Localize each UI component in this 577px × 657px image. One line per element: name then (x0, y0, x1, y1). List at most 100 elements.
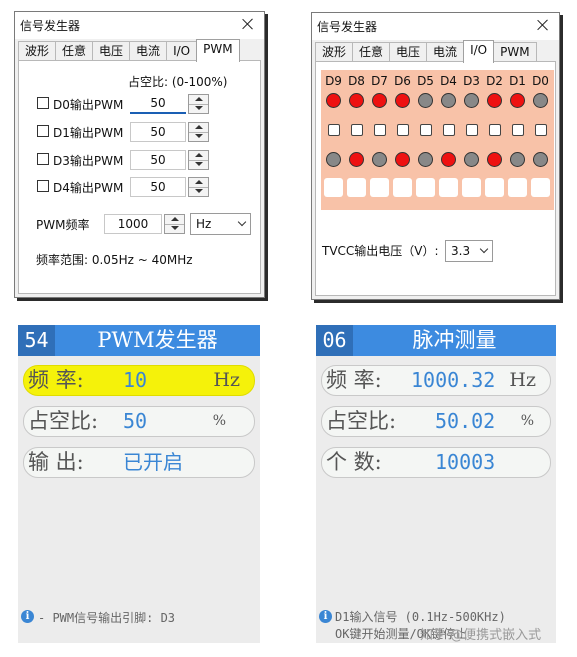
led-output-d7[interactable] (372, 93, 387, 108)
d1-label: D1输出PWM (53, 126, 124, 140)
tab-waveform[interactable]: 波形 (315, 42, 354, 63)
tab-voltage[interactable]: 电压 (92, 41, 131, 62)
frequency-unit-select[interactable]: Hz (190, 213, 251, 235)
d4-duty-input[interactable]: 50 (130, 177, 186, 197)
pin-checkbox-d2[interactable] (489, 124, 501, 136)
led-output-d4[interactable] (441, 93, 456, 108)
d0-checkbox[interactable] (37, 97, 49, 109)
pin-checkbox-d9[interactable] (328, 124, 340, 136)
d0-duty-spinner[interactable] (188, 94, 209, 114)
pin-value-box-d5[interactable] (416, 178, 435, 197)
led-output-d8[interactable] (349, 93, 364, 108)
pin-value-box-d8[interactable] (347, 178, 366, 197)
tab-waveform[interactable]: 波形 (18, 41, 57, 62)
frequency-value: 10 (123, 368, 148, 392)
led-output-d1[interactable] (510, 93, 525, 108)
signal-generator-dialog-pwm: 信号发生器 波形 任意 电压 电流 I/O PWM 占空比: (0-100%) … (14, 11, 265, 298)
close-icon[interactable] (533, 15, 553, 35)
pin-checkbox-d7[interactable] (374, 124, 386, 136)
tab-io[interactable]: I/O (166, 41, 198, 62)
tvcc-label: TVCC输出电压（V）: (322, 244, 439, 258)
count-key: 个 数: (326, 450, 382, 474)
pin-value-box-d9[interactable] (324, 178, 343, 197)
pwm-frequency-input[interactable]: 1000 (104, 214, 162, 234)
led-input-d5 (418, 152, 433, 167)
led-output-d6[interactable] (395, 93, 410, 108)
frequency-row: 频 率: 1000.32 Hz (321, 365, 551, 396)
title-bar[interactable]: 信号发生器 (312, 13, 559, 40)
pin-label-d0: D0 (532, 74, 549, 88)
io-pin-grid: D9 D8 D7 D6 D5 D4 D3 D2 D1 D0 (321, 70, 554, 210)
d4-duty-spinner[interactable] (188, 177, 209, 197)
d4-label: D4输出PWM (53, 181, 124, 195)
led-output-d2[interactable] (487, 93, 502, 108)
d1-checkbox[interactable] (37, 125, 49, 137)
tvcc-voltage-value: 3.3 (451, 244, 471, 258)
frequency-key: 频 率: (28, 368, 84, 392)
pin-value-box-d1[interactable] (508, 178, 527, 197)
count-row: 个 数: 10003 (321, 447, 551, 478)
pin-checkbox-d1[interactable] (512, 124, 524, 136)
close-icon[interactable] (238, 14, 258, 34)
frequency-unit: Hz (213, 369, 240, 391)
pin-value-box-d2[interactable] (485, 178, 504, 197)
input-signal-note: D1输入信号 (0.1Hz-500KHz) (335, 610, 506, 624)
d3-checkbox[interactable] (37, 153, 49, 165)
d4-checkbox[interactable] (37, 180, 49, 192)
d3-duty-spinner[interactable] (188, 150, 209, 170)
d0-duty-input[interactable]: 50 (130, 94, 186, 114)
output-row: 输 出: 已开启 (23, 447, 255, 478)
duty-value: 50.02 (435, 409, 496, 433)
d1-duty-input[interactable]: 50 (130, 122, 186, 142)
pin-label-d4: D4 (440, 74, 457, 88)
pin-label-d5: D5 (417, 74, 434, 88)
tab-pwm[interactable]: PWM (196, 39, 240, 62)
led-input-d9 (326, 152, 341, 167)
tab-voltage[interactable]: 电压 (389, 42, 428, 63)
count-value: 10003 (435, 450, 496, 474)
output-value: 已开启 (123, 450, 183, 474)
pin-value-box-d3[interactable] (462, 178, 481, 197)
pin-checkbox-d4[interactable] (443, 124, 455, 136)
pin-value-box-d0[interactable] (531, 178, 550, 197)
tab-io[interactable]: I/O (463, 40, 495, 63)
led-output-d0[interactable] (533, 93, 548, 108)
led-input-d2 (487, 152, 502, 167)
led-output-d3[interactable] (464, 93, 479, 108)
tab-arbitrary[interactable]: 任意 (55, 41, 94, 62)
d3-duty-input[interactable]: 50 (130, 150, 186, 170)
tab-arbitrary[interactable]: 任意 (352, 42, 391, 63)
title-bar[interactable]: 信号发生器 (15, 12, 264, 39)
pin-label-d9: D9 (325, 74, 342, 88)
pwm-frequency-spinner[interactable] (164, 214, 185, 234)
chevron-down-icon (237, 217, 247, 227)
output-pin-note: - PWM信号输出引脚: D3 (38, 611, 176, 625)
pin-checkbox-d0[interactable] (535, 124, 547, 136)
pin-label-d8: D8 (348, 74, 365, 88)
pin-value-box-d7[interactable] (370, 178, 389, 197)
pin-label-d3: D3 (463, 74, 480, 88)
tab-bar: 波形 任意 电压 电流 I/O PWM (315, 40, 537, 63)
d3-label: D3输出PWM (53, 154, 124, 168)
led-output-d9[interactable] (326, 93, 341, 108)
tab-pwm[interactable]: PWM (493, 42, 537, 63)
pin-checkbox-d3[interactable] (466, 124, 478, 136)
screen-number: 54 (18, 325, 55, 356)
led-output-d5[interactable] (418, 93, 433, 108)
dialog-title: 信号发生器 (20, 19, 81, 33)
pin-checkbox-d6[interactable] (397, 124, 409, 136)
pin-label-d1: D1 (509, 74, 526, 88)
tvcc-voltage-select[interactable]: 3.3 (445, 240, 493, 262)
info-icon: i (319, 610, 332, 623)
pin-checkbox-d8[interactable] (351, 124, 363, 136)
pin-value-box-d6[interactable] (393, 178, 412, 197)
watermark: 知乎 @便携式嵌入式 (420, 628, 542, 643)
led-input-d7 (372, 152, 387, 167)
duty-key: 占空比: (28, 409, 99, 433)
d1-duty-spinner[interactable] (188, 122, 209, 142)
duty-range-label: 占空比: (0-100%) (128, 75, 228, 89)
tab-current[interactable]: 电流 (129, 41, 168, 62)
pin-checkbox-d5[interactable] (420, 124, 432, 136)
pin-value-box-d4[interactable] (439, 178, 458, 197)
tab-current[interactable]: 电流 (426, 42, 465, 63)
